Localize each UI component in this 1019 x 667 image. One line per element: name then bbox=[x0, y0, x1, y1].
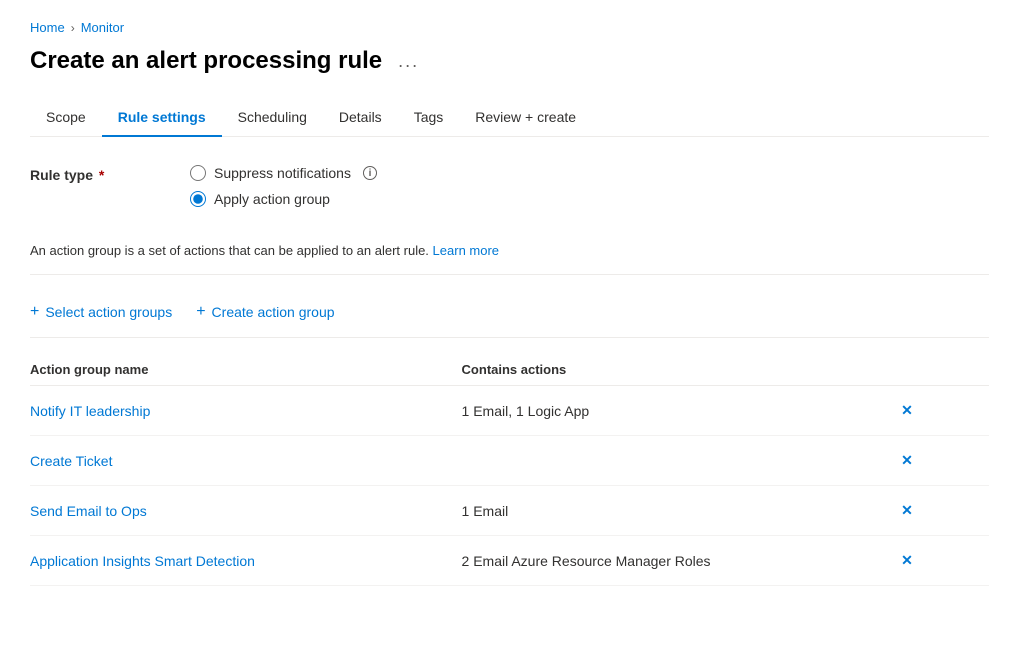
delete-row-button[interactable]: ✕ bbox=[893, 448, 921, 473]
tabs-nav: Scope Rule settings Scheduling Details T… bbox=[30, 99, 989, 137]
tab-details[interactable]: Details bbox=[323, 99, 398, 137]
action-groups-table: Action group name Contains actions Notif… bbox=[30, 354, 989, 586]
col-header-delete bbox=[893, 354, 989, 386]
table-header-row: Action group name Contains actions bbox=[30, 354, 989, 386]
table-cell-contains: 1 Email, 1 Logic App bbox=[462, 386, 894, 436]
rule-type-radio-group: Suppress notifications i Apply action gr… bbox=[190, 165, 377, 207]
rule-type-label: Rule type * bbox=[30, 165, 190, 183]
action-group-link[interactable]: Create Ticket bbox=[30, 453, 112, 469]
col-header-name: Action group name bbox=[30, 354, 462, 386]
table-cell-delete: ✕ bbox=[893, 486, 989, 536]
table-cell-delete: ✕ bbox=[893, 536, 989, 586]
plus-icon-select: + bbox=[30, 303, 39, 321]
page-title: Create an alert processing rule bbox=[30, 47, 382, 75]
delete-row-button[interactable]: ✕ bbox=[893, 548, 921, 573]
radio-apply-action-group[interactable]: Apply action group bbox=[190, 191, 377, 207]
rule-type-section: Rule type * Suppress notifications i App… bbox=[30, 165, 989, 207]
table-row: Create Ticket ✕ bbox=[30, 436, 989, 486]
action-group-link[interactable]: Application Insights Smart Detection bbox=[30, 553, 255, 569]
table-row: Send Email to Ops 1 Email ✕ bbox=[30, 486, 989, 536]
x-icon: ✕ bbox=[901, 502, 913, 519]
table-cell-contains bbox=[462, 436, 894, 486]
create-action-group-button[interactable]: + Create action group bbox=[196, 299, 334, 325]
tab-scheduling[interactable]: Scheduling bbox=[222, 99, 323, 137]
table-cell-delete: ✕ bbox=[893, 436, 989, 486]
table-cell-delete: ✕ bbox=[893, 386, 989, 436]
x-icon: ✕ bbox=[901, 552, 913, 569]
table-cell-name: Send Email to Ops bbox=[30, 486, 462, 536]
delete-row-button[interactable]: ✕ bbox=[893, 498, 921, 523]
learn-more-link[interactable]: Learn more bbox=[433, 243, 499, 258]
action-bar: + Select action groups + Create action g… bbox=[30, 299, 989, 338]
page-title-row: Create an alert processing rule ... bbox=[30, 47, 989, 75]
required-star: * bbox=[95, 167, 104, 183]
description-text: An action group is a set of actions that… bbox=[30, 231, 989, 275]
plus-icon-create: + bbox=[196, 303, 205, 321]
action-group-link[interactable]: Notify IT leadership bbox=[30, 403, 150, 419]
info-icon[interactable]: i bbox=[363, 166, 377, 180]
table-row: Notify IT leadership 1 Email, 1 Logic App… bbox=[30, 386, 989, 436]
table-cell-name: Notify IT leadership bbox=[30, 386, 462, 436]
tab-rule-settings[interactable]: Rule settings bbox=[102, 99, 222, 137]
radio-apply-label: Apply action group bbox=[214, 191, 330, 207]
radio-suppress-label: Suppress notifications bbox=[214, 165, 351, 181]
tab-tags[interactable]: Tags bbox=[398, 99, 460, 137]
ellipsis-button[interactable]: ... bbox=[392, 49, 425, 74]
x-icon: ✕ bbox=[901, 452, 913, 469]
table-body: Notify IT leadership 1 Email, 1 Logic App… bbox=[30, 386, 989, 586]
x-icon: ✕ bbox=[901, 402, 913, 419]
breadcrumb-monitor[interactable]: Monitor bbox=[81, 20, 124, 35]
action-group-link[interactable]: Send Email to Ops bbox=[30, 503, 147, 519]
tab-review-create[interactable]: Review + create bbox=[459, 99, 592, 137]
table-cell-name: Create Ticket bbox=[30, 436, 462, 486]
radio-suppress-input[interactable] bbox=[190, 165, 206, 181]
col-header-contains: Contains actions bbox=[462, 354, 894, 386]
table-header: Action group name Contains actions bbox=[30, 354, 989, 386]
breadcrumb: Home › Monitor bbox=[30, 20, 989, 35]
select-action-groups-button[interactable]: + Select action groups bbox=[30, 299, 172, 325]
table-row: Application Insights Smart Detection 2 Em… bbox=[30, 536, 989, 586]
table-cell-contains: 2 Email Azure Resource Manager Roles bbox=[462, 536, 894, 586]
rule-type-field-row: Rule type * Suppress notifications i App… bbox=[30, 165, 989, 207]
table-cell-contains: 1 Email bbox=[462, 486, 894, 536]
breadcrumb-home[interactable]: Home bbox=[30, 20, 65, 35]
delete-row-button[interactable]: ✕ bbox=[893, 398, 921, 423]
table-cell-name: Application Insights Smart Detection bbox=[30, 536, 462, 586]
breadcrumb-separator-1: › bbox=[71, 21, 75, 35]
radio-apply-input[interactable] bbox=[190, 191, 206, 207]
radio-suppress-notifications[interactable]: Suppress notifications i bbox=[190, 165, 377, 181]
tab-scope[interactable]: Scope bbox=[30, 99, 102, 137]
